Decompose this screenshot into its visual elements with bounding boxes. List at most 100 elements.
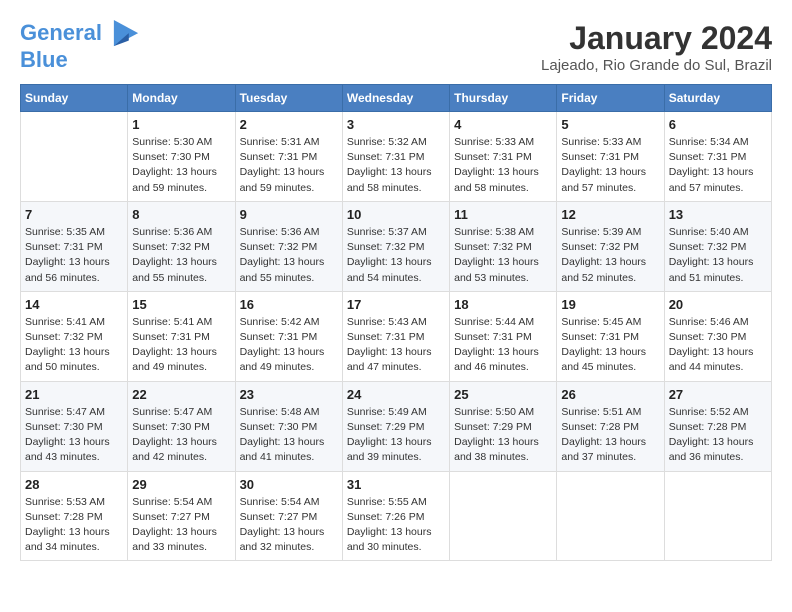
day-info: Sunrise: 5:54 AMSunset: 7:27 PMDaylight:… <box>240 495 338 556</box>
day-info: Sunrise: 5:30 AMSunset: 7:30 PMDaylight:… <box>132 135 230 196</box>
day-number: 8 <box>132 207 230 222</box>
day-number: 22 <box>132 387 230 402</box>
day-info: Sunrise: 5:50 AMSunset: 7:29 PMDaylight:… <box>454 405 552 466</box>
day-number: 21 <box>25 387 123 402</box>
calendar-cell: 17 Sunrise: 5:43 AMSunset: 7:31 PMDayligh… <box>342 291 449 381</box>
weekday-header: Thursday <box>450 85 557 112</box>
day-number: 12 <box>561 207 659 222</box>
calendar-cell: 25 Sunrise: 5:50 AMSunset: 7:29 PMDayligh… <box>450 381 557 471</box>
day-number: 9 <box>240 207 338 222</box>
day-info: Sunrise: 5:47 AMSunset: 7:30 PMDaylight:… <box>132 405 230 466</box>
day-info: Sunrise: 5:31 AMSunset: 7:31 PMDaylight:… <box>240 135 338 196</box>
day-info: Sunrise: 5:33 AMSunset: 7:31 PMDaylight:… <box>561 135 659 196</box>
day-number: 23 <box>240 387 338 402</box>
day-info: Sunrise: 5:55 AMSunset: 7:26 PMDaylight:… <box>347 495 445 556</box>
day-info: Sunrise: 5:51 AMSunset: 7:28 PMDaylight:… <box>561 405 659 466</box>
location: Lajeado, Rio Grande do Sul, Brazil <box>541 57 772 74</box>
day-number: 16 <box>240 297 338 312</box>
calendar-cell: 16 Sunrise: 5:42 AMSunset: 7:31 PMDayligh… <box>235 291 342 381</box>
day-info: Sunrise: 5:41 AMSunset: 7:31 PMDaylight:… <box>132 315 230 376</box>
calendar-cell: 10 Sunrise: 5:37 AMSunset: 7:32 PMDayligh… <box>342 201 449 291</box>
day-info: Sunrise: 5:48 AMSunset: 7:30 PMDaylight:… <box>240 405 338 466</box>
calendar-body: 1 Sunrise: 5:30 AMSunset: 7:30 PMDaylight… <box>21 112 772 561</box>
day-number: 28 <box>25 477 123 492</box>
day-number: 4 <box>454 117 552 132</box>
day-number: 31 <box>347 477 445 492</box>
title-block: January 2024 Lajeado, Rio Grande do Sul,… <box>541 20 772 74</box>
day-number: 17 <box>347 297 445 312</box>
calendar-cell: 2 Sunrise: 5:31 AMSunset: 7:31 PMDaylight… <box>235 112 342 202</box>
calendar-cell: 6 Sunrise: 5:34 AMSunset: 7:31 PMDaylight… <box>664 112 771 202</box>
day-number: 19 <box>561 297 659 312</box>
day-info: Sunrise: 5:32 AMSunset: 7:31 PMDaylight:… <box>347 135 445 196</box>
day-info: Sunrise: 5:52 AMSunset: 7:28 PMDaylight:… <box>669 405 767 466</box>
day-info: Sunrise: 5:43 AMSunset: 7:31 PMDaylight:… <box>347 315 445 376</box>
calendar-cell: 14Sunrise: 5:41 AMSunset: 7:32 PMDayligh… <box>21 291 128 381</box>
calendar-cell: 12Sunrise: 5:39 AMSunset: 7:32 PMDayligh… <box>557 201 664 291</box>
calendar-cell <box>557 471 664 561</box>
calendar-cell: 18 Sunrise: 5:44 AMSunset: 7:31 PMDayligh… <box>450 291 557 381</box>
calendar-cell: 1 Sunrise: 5:30 AMSunset: 7:30 PMDaylight… <box>128 112 235 202</box>
calendar-cell: 20 Sunrise: 5:46 AMSunset: 7:30 PMDayligh… <box>664 291 771 381</box>
calendar-cell: 9 Sunrise: 5:36 AMSunset: 7:32 PMDaylight… <box>235 201 342 291</box>
day-number: 25 <box>454 387 552 402</box>
day-number: 11 <box>454 207 552 222</box>
day-number: 3 <box>347 117 445 132</box>
calendar-header: SundayMondayTuesdayWednesdayThursdayFrid… <box>21 85 772 112</box>
calendar-cell: 22 Sunrise: 5:47 AMSunset: 7:30 PMDayligh… <box>128 381 235 471</box>
calendar-cell <box>450 471 557 561</box>
calendar-row: 14Sunrise: 5:41 AMSunset: 7:32 PMDayligh… <box>21 291 772 381</box>
calendar-cell: 3 Sunrise: 5:32 AMSunset: 7:31 PMDaylight… <box>342 112 449 202</box>
day-number: 26 <box>561 387 659 402</box>
day-number: 13 <box>669 207 767 222</box>
calendar-row: 7 Sunrise: 5:35 AMSunset: 7:31 PMDaylight… <box>21 201 772 291</box>
weekday-header: Wednesday <box>342 85 449 112</box>
day-number: 7 <box>25 207 123 222</box>
day-info: Sunrise: 5:38 AMSunset: 7:32 PMDaylight:… <box>454 225 552 286</box>
calendar-row: 21 Sunrise: 5:47 AMSunset: 7:30 PMDayligh… <box>21 381 772 471</box>
day-info: Sunrise: 5:44 AMSunset: 7:31 PMDaylight:… <box>454 315 552 376</box>
day-number: 10 <box>347 207 445 222</box>
day-number: 24 <box>347 387 445 402</box>
day-info: Sunrise: 5:35 AMSunset: 7:31 PMDaylight:… <box>25 225 123 286</box>
calendar-cell: 19Sunrise: 5:45 AMSunset: 7:31 PMDayligh… <box>557 291 664 381</box>
calendar-cell: 15 Sunrise: 5:41 AMSunset: 7:31 PMDayligh… <box>128 291 235 381</box>
page-header: General Blue January 2024 Lajeado, Rio G… <box>20 20 772 74</box>
day-number: 2 <box>240 117 338 132</box>
day-info: Sunrise: 5:36 AMSunset: 7:32 PMDaylight:… <box>240 225 338 286</box>
calendar-cell: 5 Sunrise: 5:33 AMSunset: 7:31 PMDaylight… <box>557 112 664 202</box>
calendar-cell: 24Sunrise: 5:49 AMSunset: 7:29 PMDayligh… <box>342 381 449 471</box>
calendar-cell: 23 Sunrise: 5:48 AMSunset: 7:30 PMDayligh… <box>235 381 342 471</box>
day-info: Sunrise: 5:46 AMSunset: 7:30 PMDaylight:… <box>669 315 767 376</box>
day-info: Sunrise: 5:53 AMSunset: 7:28 PMDaylight:… <box>25 495 123 556</box>
calendar-cell: 4 Sunrise: 5:33 AMSunset: 7:31 PMDaylight… <box>450 112 557 202</box>
day-number: 18 <box>454 297 552 312</box>
day-info: Sunrise: 5:33 AMSunset: 7:31 PMDaylight:… <box>454 135 552 196</box>
weekday-header: Saturday <box>664 85 771 112</box>
day-number: 15 <box>132 297 230 312</box>
day-info: Sunrise: 5:36 AMSunset: 7:32 PMDaylight:… <box>132 225 230 286</box>
day-info: Sunrise: 5:42 AMSunset: 7:31 PMDaylight:… <box>240 315 338 376</box>
calendar-cell: 8 Sunrise: 5:36 AMSunset: 7:32 PMDaylight… <box>128 201 235 291</box>
day-number: 1 <box>132 117 230 132</box>
calendar-cell: 27Sunrise: 5:52 AMSunset: 7:28 PMDayligh… <box>664 381 771 471</box>
day-number: 29 <box>132 477 230 492</box>
calendar-row: 1 Sunrise: 5:30 AMSunset: 7:30 PMDaylight… <box>21 112 772 202</box>
day-info: Sunrise: 5:37 AMSunset: 7:32 PMDaylight:… <box>347 225 445 286</box>
day-number: 14 <box>25 297 123 312</box>
day-number: 30 <box>240 477 338 492</box>
logo: General Blue <box>20 20 140 72</box>
weekday-header: Monday <box>128 85 235 112</box>
logo-icon <box>112 20 140 48</box>
day-info: Sunrise: 5:40 AMSunset: 7:32 PMDaylight:… <box>669 225 767 286</box>
month-title: January 2024 <box>541 20 772 57</box>
calendar-cell: 13 Sunrise: 5:40 AMSunset: 7:32 PMDayligh… <box>664 201 771 291</box>
day-info: Sunrise: 5:34 AMSunset: 7:31 PMDaylight:… <box>669 135 767 196</box>
day-number: 6 <box>669 117 767 132</box>
day-number: 20 <box>669 297 767 312</box>
day-info: Sunrise: 5:47 AMSunset: 7:30 PMDaylight:… <box>25 405 123 466</box>
calendar-cell: 28 Sunrise: 5:53 AMSunset: 7:28 PMDayligh… <box>21 471 128 561</box>
calendar-table: SundayMondayTuesdayWednesdayThursdayFrid… <box>20 84 772 561</box>
day-number: 5 <box>561 117 659 132</box>
logo-blue: Blue <box>20 47 68 72</box>
